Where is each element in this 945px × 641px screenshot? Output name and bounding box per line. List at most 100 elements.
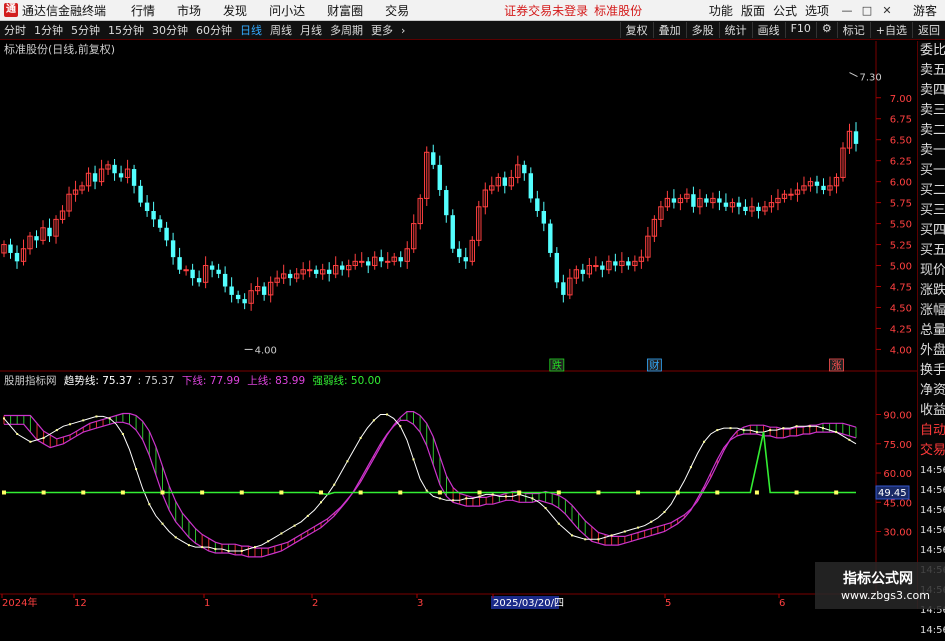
- candle-body: [671, 198, 677, 203]
- lower-line: [4, 419, 857, 558]
- price-tick-label: 7.00: [890, 94, 912, 105]
- trend-dot: [399, 425, 402, 428]
- trend-dot: [504, 495, 507, 498]
- candle-body: [359, 260, 365, 263]
- trend-dot: [821, 427, 824, 430]
- quote-field-label: 卖二: [920, 123, 945, 138]
- trend-dot: [610, 534, 613, 537]
- tick-time: 14:56: [920, 525, 945, 536]
- trend-dot: [465, 497, 468, 500]
- candle-body: [788, 193, 794, 196]
- trend-dot: [716, 429, 719, 432]
- candle-body: [144, 202, 150, 211]
- quote-field-label: 买五: [920, 243, 945, 258]
- trend-dot: [623, 530, 626, 533]
- candle-body: [131, 169, 137, 186]
- trend-dot: [293, 524, 296, 527]
- trend-value: 75.37: [102, 375, 132, 387]
- trend-dot: [689, 466, 692, 469]
- strong-line: [4, 431, 856, 496]
- candle-body: [580, 269, 586, 274]
- indicator-tick-label: 75.00: [883, 440, 912, 451]
- chart-area[interactable]: 标准股份(日线,前复权) 7.00 6.75 6.50 6.25 6.00 5.75 5.5…: [0, 0, 917, 609]
- strong-line-marker: [358, 490, 363, 495]
- candle-body: [736, 202, 742, 207]
- price-tick-label: 5.25: [890, 241, 912, 252]
- tick-time: 14:56: [920, 505, 945, 516]
- quote-field-label: 买二: [920, 183, 945, 198]
- trend-dot: [412, 458, 415, 461]
- strong-value: 50.00: [351, 375, 381, 387]
- main-chart-title: 标准股份(日线,前复权): [4, 42, 115, 56]
- trend-dot: [703, 440, 706, 443]
- panel-tab[interactable]: 交易: [918, 441, 945, 461]
- trend-dot: [227, 550, 230, 552]
- price-tick-label: 5.50: [890, 220, 912, 231]
- trend-dot: [187, 544, 190, 547]
- candle-body: [814, 181, 820, 186]
- strong-line-marker: [41, 490, 46, 495]
- trend-dot: [148, 503, 151, 506]
- trend-dot: [848, 438, 851, 441]
- date-tick-label: 2025/03/20/四: [493, 598, 564, 609]
- candle-body: [743, 206, 748, 211]
- trend-dot: [161, 522, 164, 525]
- quote-field-label: 总量: [920, 323, 945, 338]
- price-annotations: 7.30 4.00 跌 财 涨: [244, 72, 882, 372]
- strong-line-marker: [754, 490, 759, 495]
- tick-time: 14:56: [920, 625, 945, 636]
- quote-field-label: 净资: [920, 383, 945, 398]
- trend-dot: [253, 546, 256, 549]
- quote-field-label: 买四: [920, 223, 945, 238]
- price-tick-label: 5.00: [890, 262, 912, 273]
- lower-label: 下线:: [182, 374, 207, 387]
- trend-dot: [769, 429, 772, 432]
- trend-dot: [42, 436, 45, 439]
- trend-dot: [531, 497, 534, 500]
- trend-sep-value: : 75.37: [138, 375, 175, 387]
- tick-time: 14:56: [920, 545, 945, 556]
- candle-body: [756, 206, 761, 211]
- trend-dot: [267, 540, 270, 543]
- strong-line-marker: [636, 490, 641, 495]
- watermark-url: www.zbgs3.com: [841, 589, 930, 602]
- date-tick-label: 2024年: [2, 596, 37, 609]
- candle-body: [222, 273, 228, 287]
- candle-body: [450, 215, 455, 249]
- panel-tab[interactable]: 自动: [918, 421, 945, 441]
- candle-body: [821, 185, 826, 191]
- date-axis: 2024年 12 1 2 3 2025/03/20/四 5 6: [1, 594, 785, 609]
- date-tick-label: 1: [204, 598, 210, 609]
- indicator-tick-label: 90.00: [883, 411, 912, 422]
- candle-body: [723, 202, 729, 207]
- candle-body: [164, 227, 169, 241]
- candle-body: [326, 269, 332, 274]
- candle-body: [151, 211, 156, 220]
- trend-dot: [82, 419, 85, 422]
- candle-body: [196, 278, 202, 283]
- trend-dot: [557, 522, 560, 525]
- quote-field-label: 买三: [920, 203, 945, 218]
- trend-dot: [359, 436, 362, 439]
- strong-line-marker: [794, 490, 799, 495]
- candle-body: [209, 265, 215, 270]
- event-marker-label: 财: [649, 359, 659, 372]
- candle-body: [535, 198, 540, 211]
- quote-field-label: 涨幅: [920, 303, 945, 318]
- trend-dot: [650, 520, 653, 523]
- indicator-legend: 股朋指标网 趋势线: 75.37 : 75.37 下线: 77.99 上线: 8…: [4, 374, 381, 387]
- date-tick-label: 2: [312, 598, 318, 609]
- indicator-name: 股朋指标网: [4, 374, 57, 387]
- strong-line-marker: [556, 490, 561, 495]
- low-price-label: 4.00: [255, 345, 277, 356]
- candle-body: [287, 273, 293, 279]
- quote-field-label: 卖三: [920, 103, 945, 118]
- high-pointer: [849, 72, 858, 78]
- trend-dot: [782, 427, 785, 430]
- date-tick-label: 3: [417, 598, 423, 609]
- candle-body: [313, 269, 319, 274]
- indicator-tick-label: 60.00: [883, 469, 912, 480]
- high-price-label: 7.30: [859, 73, 881, 84]
- candle-body: [600, 265, 605, 270]
- trend-dot: [438, 497, 441, 500]
